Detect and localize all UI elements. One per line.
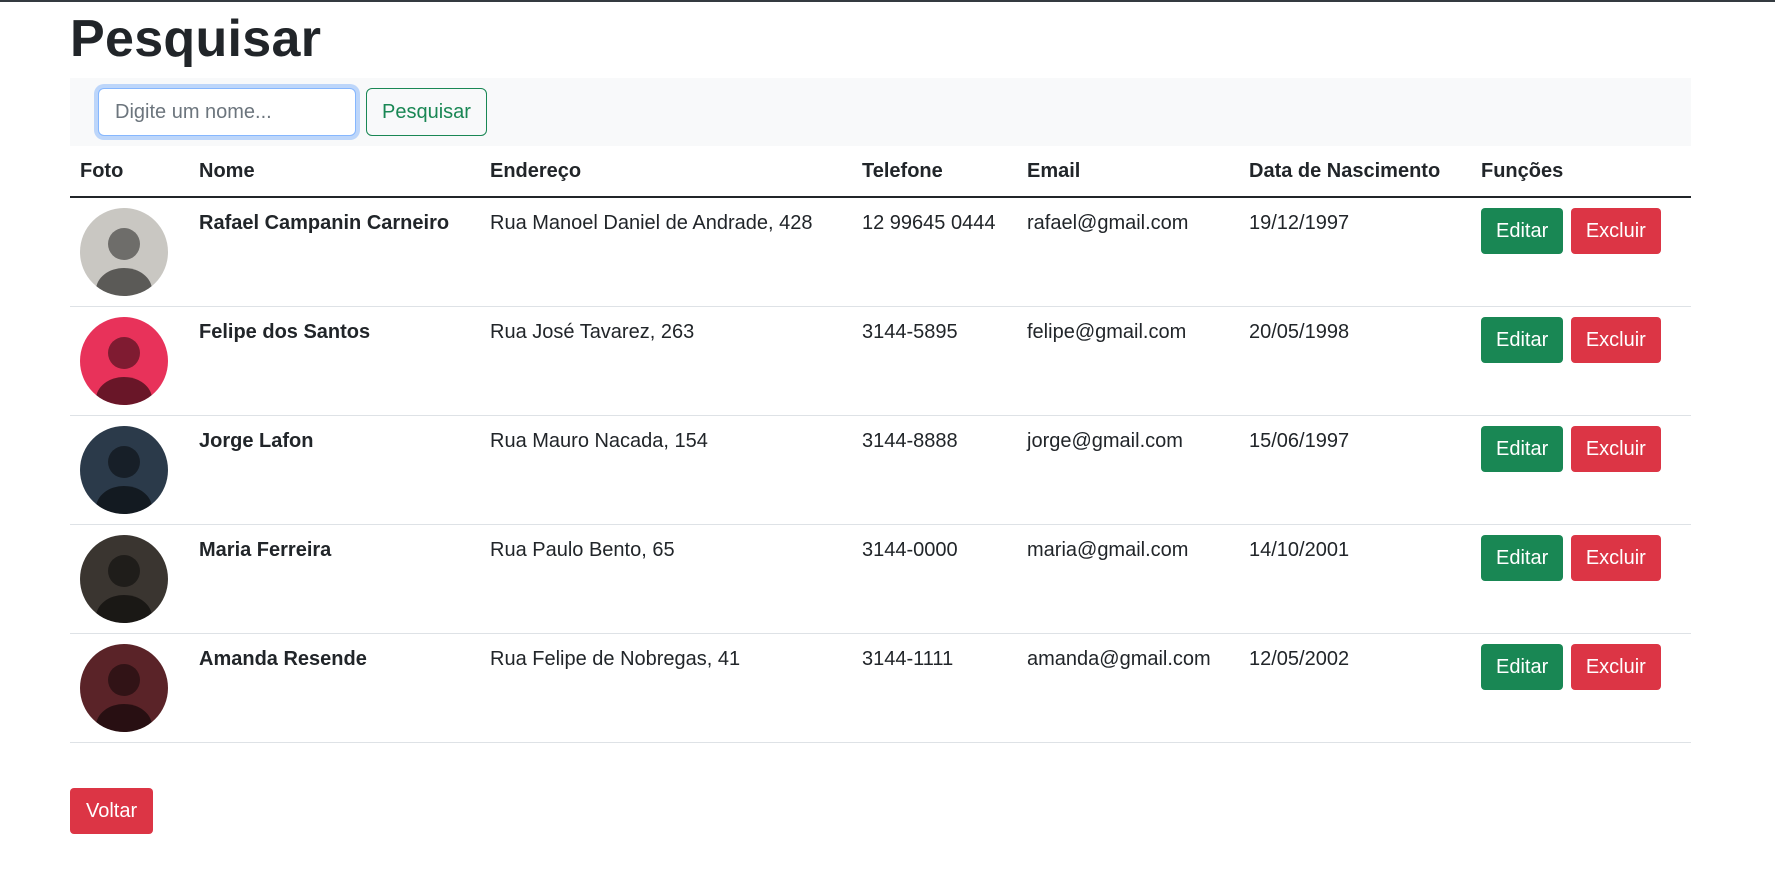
edit-button[interactable]: Editar <box>1481 644 1564 690</box>
birthdate-cell: 14/10/2001 <box>1239 524 1471 634</box>
delete-button[interactable]: Excluir <box>1570 535 1661 581</box>
page-container: Pesquisar Pesquisar Foto Nome Endereço T… <box>70 2 1691 834</box>
address-cell: Rua Felipe de Nobregas, 41 <box>480 633 852 743</box>
avatar <box>80 535 168 623</box>
avatar-icon <box>80 317 168 405</box>
birthdate-cell: 20/05/1998 <box>1239 306 1471 416</box>
birthdate-cell: 19/12/1997 <box>1239 197 1471 307</box>
name-cell: Jorge Lafon <box>189 415 480 525</box>
delete-button[interactable]: Excluir <box>1570 208 1661 254</box>
edit-button[interactable]: Editar <box>1481 208 1564 254</box>
delete-button[interactable]: Excluir <box>1570 644 1661 690</box>
table-row: Amanda Resende Rua Felipe de Nobregas, 41… <box>70 633 1691 743</box>
edit-button[interactable]: Editar <box>1481 426 1564 472</box>
name-cell: Amanda Resende <box>189 633 480 743</box>
avatar-icon <box>80 644 168 732</box>
actions-cell: Editar Excluir <box>1471 415 1691 525</box>
actions-cell: Editar Excluir <box>1471 633 1691 743</box>
email-cell: amanda@gmail.com <box>1017 633 1239 743</box>
name-cell: Maria Ferreira <box>189 524 480 634</box>
actions-cell: Editar Excluir <box>1471 197 1691 307</box>
phone-cell: 3144-8888 <box>852 415 1017 525</box>
photo-cell <box>70 633 189 743</box>
delete-button[interactable]: Excluir <box>1570 426 1661 472</box>
photo-cell <box>70 415 189 525</box>
edit-button[interactable]: Editar <box>1481 535 1564 581</box>
header-telefone: Telefone <box>852 146 1017 198</box>
avatar <box>80 644 168 732</box>
photo-cell <box>70 197 189 307</box>
header-foto: Foto <box>70 146 189 198</box>
birthdate-cell: 15/06/1997 <box>1239 415 1471 525</box>
header-data-nascimento: Data de Nascimento <box>1239 146 1471 198</box>
name-cell: Rafael Campanin Carneiro <box>189 197 480 307</box>
table-body: Rafael Campanin Carneiro Rua Manoel Danie… <box>70 197 1691 743</box>
email-cell: maria@gmail.com <box>1017 524 1239 634</box>
address-cell: Rua Manoel Daniel de Andrade, 428 <box>480 197 852 307</box>
avatar <box>80 317 168 405</box>
photo-cell <box>70 306 189 416</box>
table-row: Felipe dos Santos Rua José Tavarez, 263 31… <box>70 306 1691 416</box>
header-nome: Nome <box>189 146 480 198</box>
actions-cell: Editar Excluir <box>1471 306 1691 416</box>
header-email: Email <box>1017 146 1239 198</box>
address-cell: Rua Mauro Nacada, 154 <box>480 415 852 525</box>
header-funcoes: Funções <box>1471 146 1691 198</box>
phone-cell: 12 99645 0444 <box>852 197 1017 307</box>
delete-button[interactable]: Excluir <box>1570 317 1661 363</box>
table-row: Rafael Campanin Carneiro Rua Manoel Danie… <box>70 197 1691 307</box>
avatar <box>80 208 168 296</box>
photo-cell <box>70 524 189 634</box>
search-input[interactable] <box>98 88 356 136</box>
header-endereco: Endereço <box>480 146 852 198</box>
table-header-row: Foto Nome Endereço Telefone Email Data d… <box>70 146 1691 198</box>
phone-cell: 3144-1111 <box>852 633 1017 743</box>
table-row: Jorge Lafon Rua Mauro Nacada, 154 3144-888… <box>70 415 1691 525</box>
phone-cell: 3144-0000 <box>852 524 1017 634</box>
avatar-icon <box>80 535 168 623</box>
address-cell: Rua José Tavarez, 263 <box>480 306 852 416</box>
email-cell: felipe@gmail.com <box>1017 306 1239 416</box>
edit-button[interactable]: Editar <box>1481 317 1564 363</box>
email-cell: rafael@gmail.com <box>1017 197 1239 307</box>
email-cell: jorge@gmail.com <box>1017 415 1239 525</box>
back-button[interactable]: Voltar <box>70 788 154 834</box>
address-cell: Rua Paulo Bento, 65 <box>480 524 852 634</box>
search-bar: Pesquisar <box>70 78 1691 146</box>
phone-cell: 3144-5895 <box>852 306 1017 416</box>
birthdate-cell: 12/05/2002 <box>1239 633 1471 743</box>
search-button[interactable]: Pesquisar <box>366 88 487 136</box>
users-table: Foto Nome Endereço Telefone Email Data d… <box>70 146 1691 743</box>
avatar-icon <box>80 426 168 514</box>
name-cell: Felipe dos Santos <box>189 306 480 416</box>
page-title: Pesquisar <box>70 10 322 68</box>
avatar <box>80 426 168 514</box>
avatar-icon <box>80 208 168 296</box>
table-row: Maria Ferreira Rua Paulo Bento, 65 3144-00… <box>70 524 1691 634</box>
actions-cell: Editar Excluir <box>1471 524 1691 634</box>
